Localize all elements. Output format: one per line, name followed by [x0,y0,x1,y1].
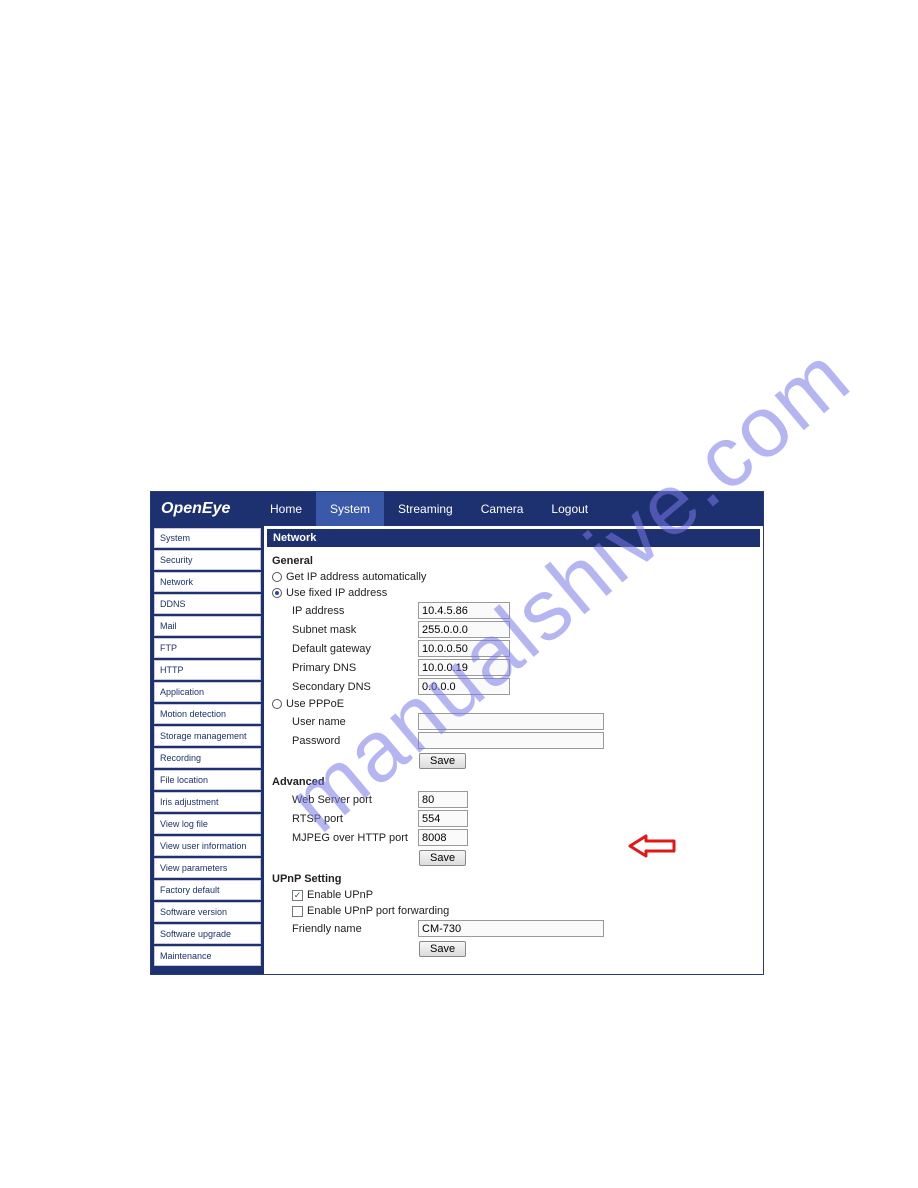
nav-home[interactable]: Home [256,492,316,526]
sidebar-item-network[interactable]: Network [154,572,261,592]
primary-dns-input[interactable] [418,659,510,676]
upnp-save-button[interactable]: Save [419,941,466,957]
advanced-save-button[interactable]: Save [419,850,466,866]
sidebar: System Security Network DDNS Mail FTP HT… [151,526,264,974]
nav-logout[interactable]: Logout [537,492,602,526]
web-port-input[interactable] [418,791,468,808]
primary-dns-label: Primary DNS [292,662,410,674]
pppoe-password-label: Password [292,735,410,747]
sidebar-item-viewlog[interactable]: View log file [154,814,261,834]
pppoe-username-label: User name [292,716,410,728]
general-save-button[interactable]: Save [419,753,466,769]
sidebar-item-iris[interactable]: Iris adjustment [154,792,261,812]
mjpeg-port-label: MJPEG over HTTP port [292,832,410,844]
sidebar-item-viewuser[interactable]: View user information [154,836,261,856]
radio-auto-ip[interactable] [272,572,282,582]
brand-logo: OpenEye [151,500,256,518]
sidebar-item-swupgrade[interactable]: Software upgrade [154,924,261,944]
friendly-name-input[interactable] [418,920,604,937]
sidebar-item-http[interactable]: HTTP [154,660,261,680]
sidebar-item-application[interactable]: Application [154,682,261,702]
enable-upnp-fwd-label: Enable UPnP port forwarding [307,905,449,917]
pppoe-password-input[interactable] [418,732,604,749]
enable-upnp-checkbox[interactable]: ✓ [292,890,303,901]
radio-pppoe-label: Use PPPoE [286,698,344,710]
enable-upnp-fwd-checkbox[interactable] [292,906,303,917]
general-heading: General [264,551,763,569]
sidebar-item-security[interactable]: Security [154,550,261,570]
sidebar-item-ftp[interactable]: FTP [154,638,261,658]
secondary-dns-label: Secondary DNS [292,681,410,693]
sidebar-item-motion[interactable]: Motion detection [154,704,261,724]
ip-address-label: IP address [292,605,410,617]
sidebar-item-viewparams[interactable]: View parameters [154,858,261,878]
radio-pppoe[interactable] [272,699,282,709]
default-gateway-label: Default gateway [292,643,410,655]
sidebar-item-swversion[interactable]: Software version [154,902,261,922]
sidebar-item-filelocation[interactable]: File location [154,770,261,790]
web-port-label: Web Server port [292,794,410,806]
nav-streaming[interactable]: Streaming [384,492,467,526]
page-title: Network [267,529,760,547]
default-gateway-input[interactable] [418,640,510,657]
friendly-name-label: Friendly name [292,923,410,935]
sidebar-item-storage[interactable]: Storage management [154,726,261,746]
enable-upnp-label: Enable UPnP [307,889,373,901]
sidebar-item-maintenance[interactable]: Maintenance [154,946,261,966]
rtsp-port-input[interactable] [418,810,468,827]
main-content: Network General Get IP address automatic… [264,526,763,974]
nav-camera[interactable]: Camera [467,492,538,526]
ip-address-input[interactable] [418,602,510,619]
nav-system[interactable]: System [316,492,384,526]
radio-fixed-ip[interactable] [272,588,282,598]
secondary-dns-input[interactable] [418,678,510,695]
rtsp-port-label: RTSP port [292,813,410,825]
radio-fixed-ip-label: Use fixed IP address [286,587,387,599]
admin-panel: OpenEye Home System Streaming Camera Log… [150,491,764,975]
sidebar-item-factory[interactable]: Factory default [154,880,261,900]
subnet-mask-input[interactable] [418,621,510,638]
pppoe-username-input[interactable] [418,713,604,730]
subnet-mask-label: Subnet mask [292,624,410,636]
sidebar-item-mail[interactable]: Mail [154,616,261,636]
sidebar-item-ddns[interactable]: DDNS [154,594,261,614]
sidebar-item-system[interactable]: System [154,528,261,548]
radio-auto-ip-label: Get IP address automatically [286,571,426,583]
mjpeg-port-input[interactable] [418,829,468,846]
top-nav: OpenEye Home System Streaming Camera Log… [151,492,763,526]
advanced-heading: Advanced [264,772,763,790]
sidebar-item-recording[interactable]: Recording [154,748,261,768]
upnp-heading: UPnP Setting [264,869,763,887]
